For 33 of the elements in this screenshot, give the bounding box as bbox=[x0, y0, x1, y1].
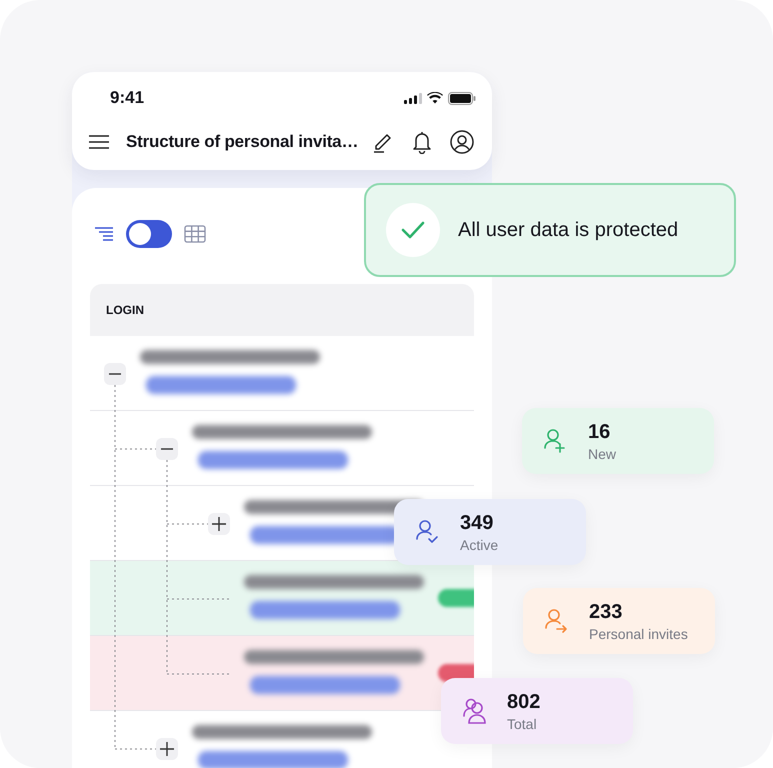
menu-icon[interactable] bbox=[88, 134, 110, 150]
wifi-icon bbox=[427, 92, 443, 104]
stat-label: Personal invites bbox=[589, 626, 688, 642]
bell-icon[interactable] bbox=[412, 130, 432, 154]
stat-value: 802 bbox=[507, 690, 540, 714]
battery-icon bbox=[448, 92, 476, 104]
minus-icon bbox=[161, 448, 173, 450]
expand-toggle[interactable] bbox=[156, 738, 178, 760]
grid-icon[interactable] bbox=[184, 225, 206, 243]
status-time: 9:41 bbox=[110, 88, 144, 108]
stat-value: 349 bbox=[460, 512, 494, 534]
profile-icon[interactable] bbox=[450, 130, 474, 154]
signal-icon bbox=[404, 92, 422, 104]
minus-icon bbox=[109, 373, 121, 375]
view-switch[interactable] bbox=[126, 220, 172, 248]
column-header: LOGIN bbox=[106, 303, 144, 317]
stat-value: 233 bbox=[589, 600, 624, 624]
expand-toggle[interactable] bbox=[208, 513, 230, 535]
plus-icon bbox=[212, 517, 226, 531]
screen-title: Structure of personal invita… bbox=[126, 132, 360, 152]
expand-toggle[interactable] bbox=[156, 438, 178, 460]
plus-icon bbox=[160, 742, 174, 756]
toast-text: All user data is protected bbox=[458, 218, 678, 242]
stat-value: 16 bbox=[588, 420, 612, 444]
users-icon bbox=[461, 697, 489, 725]
stat-label: Total bbox=[507, 716, 538, 732]
tree-list-icon[interactable] bbox=[94, 226, 114, 242]
check-icon bbox=[401, 221, 425, 239]
expand-toggle[interactable] bbox=[104, 363, 126, 385]
stat-label: New bbox=[588, 446, 616, 462]
highlighted-row[interactable] bbox=[90, 561, 474, 636]
stat-label: Active bbox=[460, 536, 498, 552]
highlighted-row[interactable] bbox=[90, 636, 474, 711]
